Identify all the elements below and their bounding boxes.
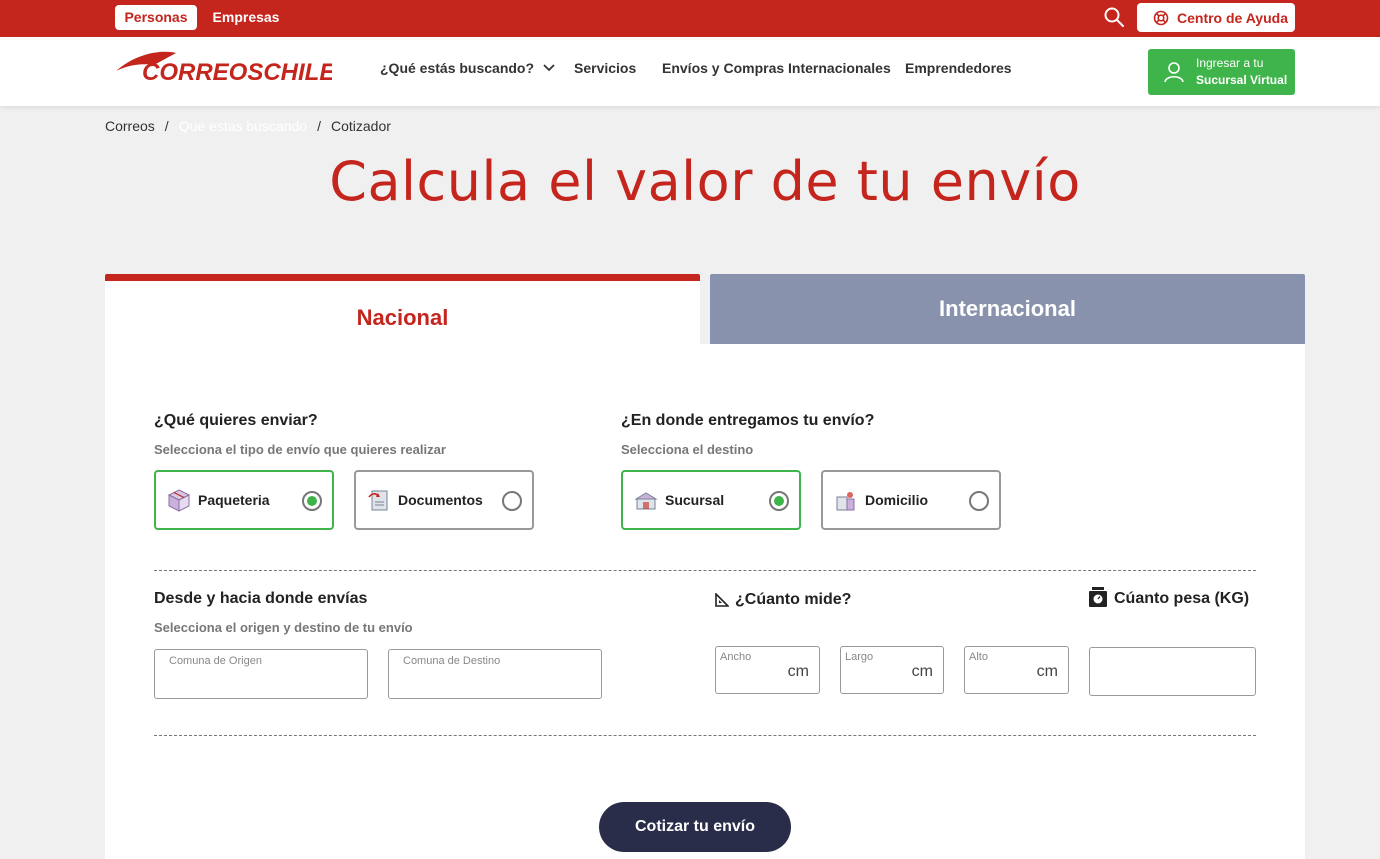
breadcrumb-correos[interactable]: Correos (105, 118, 155, 134)
divider (154, 570, 1256, 571)
branch-office-icon (634, 492, 658, 510)
breadcrumb: Correos / Que estas buscando / Cotizador (105, 118, 391, 134)
medidas-title: ¿Cúanto mide? (735, 591, 852, 608)
user-icon (1164, 62, 1184, 83)
destination-commune-input[interactable]: Comuna de Destino (388, 649, 602, 699)
segment-personas[interactable]: Personas (115, 5, 197, 30)
ruta-title: Desde y hacia donde envías (154, 590, 368, 607)
nav-que-buscas[interactable]: ¿Qué estás buscando? (380, 60, 556, 76)
option-documentos-label: Documentos (398, 492, 483, 508)
radio-documentos[interactable] (502, 491, 522, 511)
width-input[interactable]: Ancho cm (715, 646, 820, 694)
medidas-title-row: ¿Cúanto mide? (715, 591, 851, 609)
breadcrumb-cotizador: Cotizador (331, 118, 391, 134)
sucursal-virtual-button[interactable]: Ingresar a tu Sucursal Virtual (1148, 49, 1295, 95)
radio-sucursal[interactable] (769, 491, 789, 511)
que-enviar-title: ¿Qué quieres enviar? (154, 412, 318, 429)
peso-title-row: Cúanto pesa (KG) (1088, 586, 1249, 608)
breadcrumb-que-buscas[interactable]: Que estas buscando (179, 118, 307, 134)
option-paqueteria[interactable]: Paqueteria (154, 470, 334, 530)
peso-title: Cúanto pesa (KG) (1114, 590, 1250, 607)
width-label: Ancho (720, 651, 752, 663)
length-input[interactable]: Largo cm (840, 646, 944, 694)
segment-empresas[interactable]: Empresas (206, 5, 286, 30)
nav-que-buscas-label: ¿Qué estás buscando? (380, 60, 535, 76)
option-documentos[interactable]: Documentos (354, 470, 534, 530)
option-sucursal-label: Sucursal (665, 492, 725, 508)
length-label: Largo (845, 651, 874, 663)
main-header: CORREOSCHILE ¿Qué estás buscando? Servic… (0, 37, 1380, 106)
height-input[interactable]: Alto cm (964, 646, 1069, 694)
que-enviar-subtitle: Selecciona el tipo de envío que quieres … (154, 442, 446, 457)
tab-internacional[interactable]: Internacional (710, 274, 1305, 344)
ruta-subtitle: Selecciona el origen y destino de tu env… (154, 620, 413, 635)
sucursal-line2: Sucursal Virtual (1196, 73, 1288, 87)
nav-servicios[interactable]: Servicios (574, 60, 636, 76)
tab-internacional-label: Internacional (939, 296, 1076, 321)
weight-input[interactable] (1089, 647, 1256, 696)
option-domicilio[interactable]: Domicilio (821, 470, 1001, 530)
origin-commune-label: Comuna de Origen (169, 655, 262, 667)
help-center-button[interactable]: Centro de Ayuda (1137, 3, 1295, 32)
correoschile-logo[interactable]: CORREOSCHILE (114, 49, 332, 83)
option-paqueteria-label: Paqueteria (198, 492, 270, 508)
breadcrumb-separator: / (164, 118, 169, 134)
nav-emprendedores[interactable]: Emprendedores (905, 60, 1012, 76)
radio-paqueteria[interactable] (302, 491, 322, 511)
height-label: Alto (969, 651, 988, 663)
destination-commune-label: Comuna de Destino (403, 655, 501, 667)
length-unit: cm (911, 663, 933, 680)
scale-icon (1089, 587, 1107, 607)
height-unit: cm (1036, 663, 1058, 680)
document-icon (368, 490, 388, 511)
option-sucursal[interactable]: Sucursal (621, 470, 801, 530)
option-domicilio-label: Domicilio (865, 492, 929, 508)
breadcrumb-separator: / (317, 118, 321, 134)
page-title: Calcula el valor de tu envío (329, 150, 1081, 213)
tab-nacional[interactable]: Nacional (105, 274, 700, 344)
radio-domicilio[interactable] (969, 491, 989, 511)
tab-nacional-label: Nacional (356, 305, 449, 330)
home-delivery-icon (836, 492, 855, 511)
quote-button[interactable]: Cotizar tu envío (599, 802, 791, 852)
divider (154, 735, 1256, 736)
help-center-label: Centro de Ayuda (1177, 9, 1288, 26)
nav-envios-internacionales[interactable]: Envíos y Compras Internacionales (662, 60, 891, 76)
logo-text: CORREOSCHILE (142, 59, 332, 83)
search-icon[interactable] (1103, 6, 1125, 28)
package-icon (167, 489, 191, 512)
origin-commune-input[interactable]: Comuna de Origen (154, 649, 368, 699)
entrega-title: ¿En donde entregamos tu envío? (621, 412, 875, 429)
lifebuoy-icon (1153, 10, 1169, 25)
entrega-subtitle: Selecciona el destino (621, 442, 754, 457)
sucursal-line1: Ingresar a tu (1196, 56, 1264, 70)
width-unit: cm (787, 663, 809, 680)
chevron-down-icon (543, 64, 555, 72)
top-bar: Personas Empresas Centro de Ayuda (0, 0, 1380, 37)
ruler-icon (715, 593, 729, 607)
